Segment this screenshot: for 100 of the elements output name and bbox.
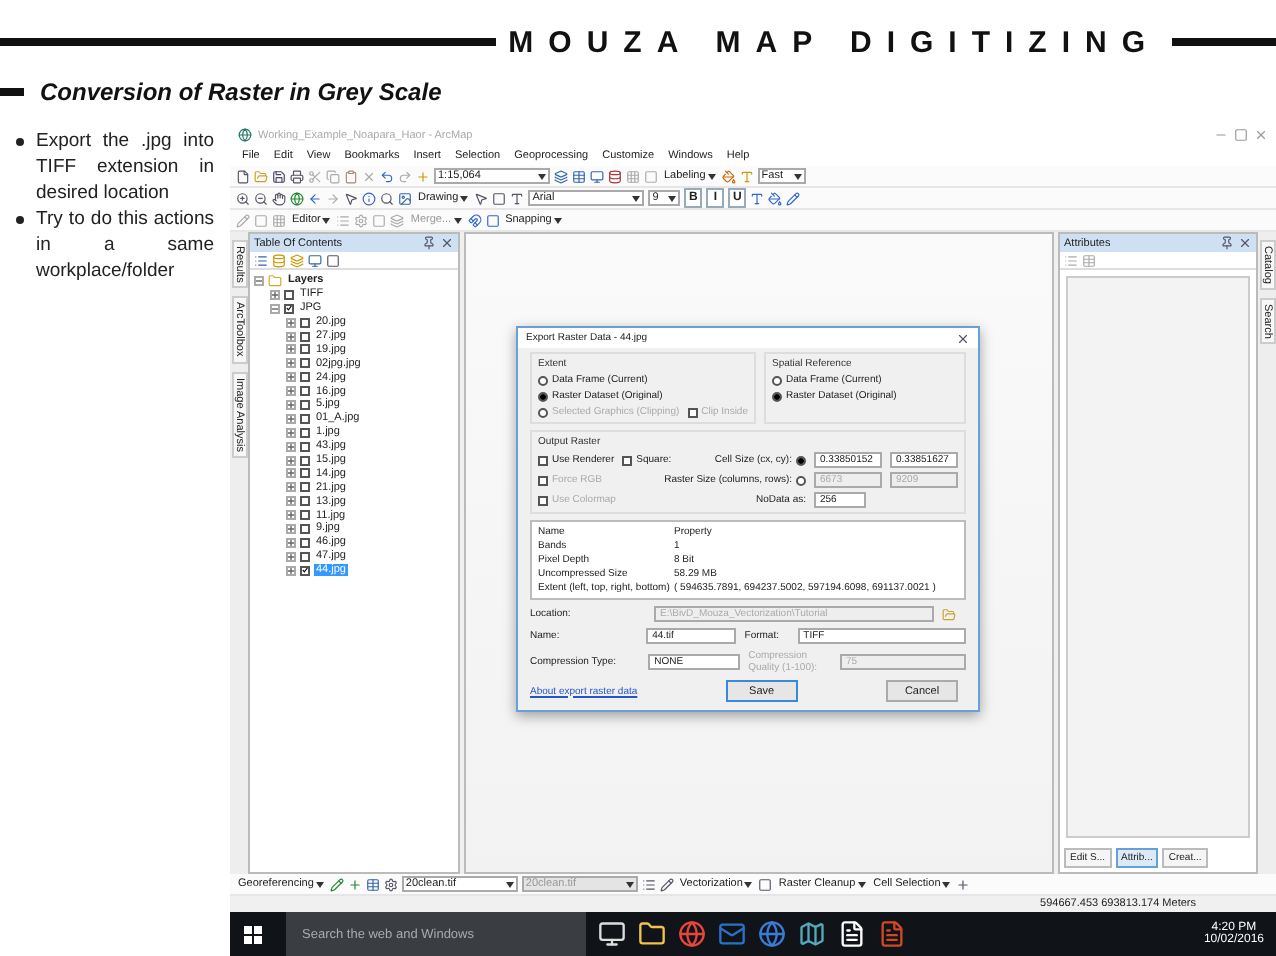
back-icon[interactable] [308, 191, 322, 205]
layer-checkbox[interactable] [300, 427, 310, 438]
layer-checkbox[interactable] [300, 537, 310, 548]
expand-toggle[interactable] [286, 496, 296, 507]
checkbox[interactable] [622, 455, 633, 465]
database-icon[interactable] [608, 169, 622, 183]
line-color-icon[interactable] [786, 191, 801, 205]
expand-toggle[interactable] [286, 565, 296, 576]
presentation-icon[interactable] [878, 920, 906, 948]
document-icon[interactable] [838, 920, 866, 948]
layer-checkbox[interactable] [284, 289, 294, 300]
pencil-icon[interactable] [659, 877, 674, 891]
checkbox[interactable] [538, 455, 548, 465]
expand-toggle[interactable] [286, 358, 296, 369]
square-icon[interactable] [492, 191, 507, 205]
zoom-out-icon[interactable] [254, 191, 268, 205]
database-icon[interactable] [272, 253, 286, 267]
pin-icon[interactable] [1220, 236, 1234, 250]
layer-checkbox[interactable] [300, 331, 310, 341]
expand-toggle[interactable] [286, 482, 296, 493]
window-icon[interactable] [590, 169, 604, 183]
folder-icon[interactable] [638, 920, 666, 948]
layer-checkbox[interactable] [300, 317, 310, 328]
layer-checkbox[interactable] [300, 523, 310, 534]
pin-icon[interactable] [422, 236, 436, 250]
layer-checkbox[interactable] [284, 303, 294, 314]
expand-toggle[interactable] [286, 523, 296, 534]
globe-icon[interactable] [678, 920, 706, 948]
paste-icon[interactable] [344, 169, 358, 183]
pointer-icon[interactable] [344, 191, 358, 205]
layers-icon[interactable] [290, 253, 304, 267]
square-icon[interactable] [758, 877, 773, 891]
layer-checkbox[interactable] [300, 468, 310, 479]
new-file-icon[interactable] [236, 169, 250, 183]
radio-button[interactable] [538, 391, 548, 401]
layer-checkbox[interactable] [300, 455, 310, 466]
undo-icon[interactable] [380, 169, 394, 183]
globe-icon[interactable] [290, 191, 304, 205]
task-view-icon[interactable] [598, 920, 626, 948]
layer-checkbox[interactable] [300, 441, 310, 452]
layer-checkbox[interactable] [300, 372, 310, 383]
expand-toggle[interactable] [286, 331, 296, 341]
expand-toggle[interactable] [286, 386, 296, 397]
pan-icon[interactable] [272, 191, 286, 205]
settings-icon[interactable] [383, 877, 398, 891]
monitor-icon[interactable] [308, 253, 322, 267]
layer-checkbox[interactable] [300, 413, 310, 424]
table-icon[interactable] [572, 169, 586, 183]
layer-checkbox[interactable] [300, 565, 310, 576]
save-icon[interactable] [272, 169, 286, 183]
expand-toggle[interactable] [286, 427, 296, 438]
paint-icon[interactable] [721, 169, 736, 183]
expand-toggle[interactable] [286, 413, 296, 424]
globe-icon[interactable] [758, 920, 786, 948]
map-icon[interactable] [798, 920, 826, 948]
expand-toggle[interactable] [286, 317, 296, 328]
layer-checkbox[interactable] [300, 399, 310, 410]
close-icon[interactable] [956, 331, 970, 345]
info-icon[interactable] [362, 191, 376, 205]
snap-point-icon[interactable] [467, 213, 482, 227]
search-icon[interactable] [380, 191, 394, 205]
close-icon[interactable] [1238, 236, 1252, 250]
plus-icon[interactable] [956, 877, 971, 891]
layers-icon[interactable] [554, 169, 568, 183]
expand-toggle[interactable] [286, 344, 296, 355]
layer-checkbox[interactable] [300, 510, 310, 521]
app-icon[interactable] [238, 128, 252, 142]
layer-checkbox[interactable] [300, 496, 310, 507]
layer-checkbox[interactable] [300, 551, 310, 562]
image-icon[interactable] [398, 191, 412, 205]
layer-checkbox[interactable] [300, 344, 310, 355]
fill-color-icon[interactable] [768, 191, 783, 205]
pointer-icon[interactable] [474, 191, 489, 205]
font-color-icon[interactable] [750, 191, 765, 205]
close-icon[interactable] [440, 236, 454, 250]
windows-logo-icon[interactable] [243, 925, 261, 943]
expand-toggle[interactable] [286, 537, 296, 548]
zoom-in-icon[interactable] [236, 191, 250, 205]
table-icon[interactable] [365, 877, 380, 891]
mail-icon[interactable] [718, 920, 746, 948]
snap-edge-icon[interactable] [485, 213, 500, 227]
radio-button[interactable] [772, 375, 782, 385]
expand-toggle[interactable] [286, 510, 296, 521]
expand-toggle[interactable] [286, 551, 296, 562]
expand-toggle[interactable] [286, 441, 296, 452]
text-icon[interactable] [510, 191, 525, 205]
layer-checkbox[interactable] [300, 482, 310, 493]
radio-button[interactable] [538, 375, 548, 385]
layer-checkbox[interactable] [300, 386, 310, 397]
print-icon[interactable] [290, 169, 304, 183]
list-icon[interactable] [254, 253, 268, 267]
expand-toggle[interactable] [254, 275, 264, 286]
expand-toggle[interactable] [270, 303, 280, 314]
list-icon[interactable] [641, 877, 656, 891]
layer-checkbox[interactable] [300, 358, 310, 369]
expand-toggle[interactable] [270, 289, 280, 300]
expand-toggle[interactable] [286, 468, 296, 479]
expand-toggle[interactable] [286, 372, 296, 383]
square-icon[interactable] [326, 253, 340, 267]
radio-button[interactable] [772, 391, 782, 401]
